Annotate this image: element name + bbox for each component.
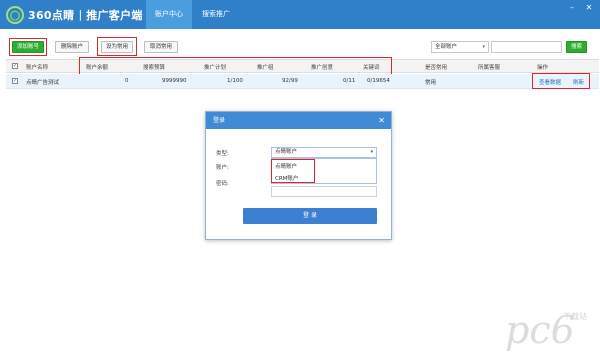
pc6-watermark: pc6 下载站 (505, 308, 587, 352)
chevron-down-icon: ▾ (370, 149, 373, 155)
watermark-sub: 下载站 (563, 311, 587, 321)
app-header: 360点睛 | 推广客户端 账户中心 搜索推广 – ✕ (0, 0, 600, 29)
cell-creatives: 0/11 (343, 78, 356, 84)
filter-value: 全部账户 (435, 44, 458, 50)
search-input[interactable] (491, 41, 562, 53)
close-window-icon[interactable]: ✕ (584, 3, 594, 13)
delete-account-button[interactable]: 删除账户 (55, 41, 89, 53)
row-checkbox[interactable]: ✓ (12, 78, 18, 84)
col-header: 是否常用 (425, 65, 448, 71)
cell-is-common: 常用 (425, 80, 437, 86)
account-type-value: 点睛账户 (275, 149, 298, 155)
cell-account-name: 点睛广告测试 (26, 80, 60, 86)
col-header: 操作 (537, 65, 549, 71)
highlight-box (271, 159, 315, 183)
dialog-title-text: 登录 (213, 117, 226, 124)
password-field[interactable] (271, 186, 377, 197)
highlight-box (9, 38, 47, 56)
col-header: 所属客服 (478, 65, 501, 71)
tab-account-center[interactable]: 账户中心 (146, 0, 192, 29)
minimize-icon[interactable]: – (567, 3, 577, 13)
password-label: 密码: (216, 181, 229, 187)
search-button[interactable]: 搜索 (566, 41, 587, 53)
table-row[interactable]: ✓ 点睛广告测试 0 9999990 1/100 92/99 0/11 0/19… (6, 74, 599, 89)
col-header: 账户名称 (26, 65, 49, 71)
cell-keywords: 0/19654 (367, 78, 390, 84)
logo-product: 推广客户端 (86, 8, 143, 22)
highlight-box (532, 73, 590, 89)
cell-balance: 0 (125, 78, 129, 84)
cell-groups: 92/99 (282, 78, 298, 84)
app-logo: 360点睛 | 推广客户端 (6, 5, 143, 24)
close-icon[interactable]: ✕ (378, 112, 385, 129)
account-type-select[interactable]: 点睛账户 ▾ (271, 147, 377, 158)
select-all-checkbox[interactable]: ✓ (12, 63, 18, 69)
logo-mark-icon (6, 5, 24, 24)
dialog-title: 登录 (206, 112, 391, 129)
logo-separator: | (78, 8, 83, 21)
login-button[interactable]: 登 录 (243, 208, 377, 224)
cell-plans: 1/100 (227, 78, 243, 84)
highlight-box (97, 37, 137, 56)
account-filter-select[interactable]: 全部账户 ▾ (431, 41, 489, 53)
cancel-common-button[interactable]: 取消常用 (144, 41, 178, 53)
type-label: 类型: (216, 151, 229, 157)
account-label: 账户: (216, 165, 229, 171)
chevron-down-icon: ▾ (482, 44, 485, 50)
tab-search-promotion[interactable]: 搜索推广 (193, 0, 239, 29)
login-dialog: 登录 ✕ 类型: 点睛账户 ▾ 点睛账户 CRM账户 账户: 密码: 登 录 (205, 111, 392, 240)
logo-brand: 360点睛 (28, 8, 75, 22)
cell-budget: 9999990 (162, 78, 187, 84)
